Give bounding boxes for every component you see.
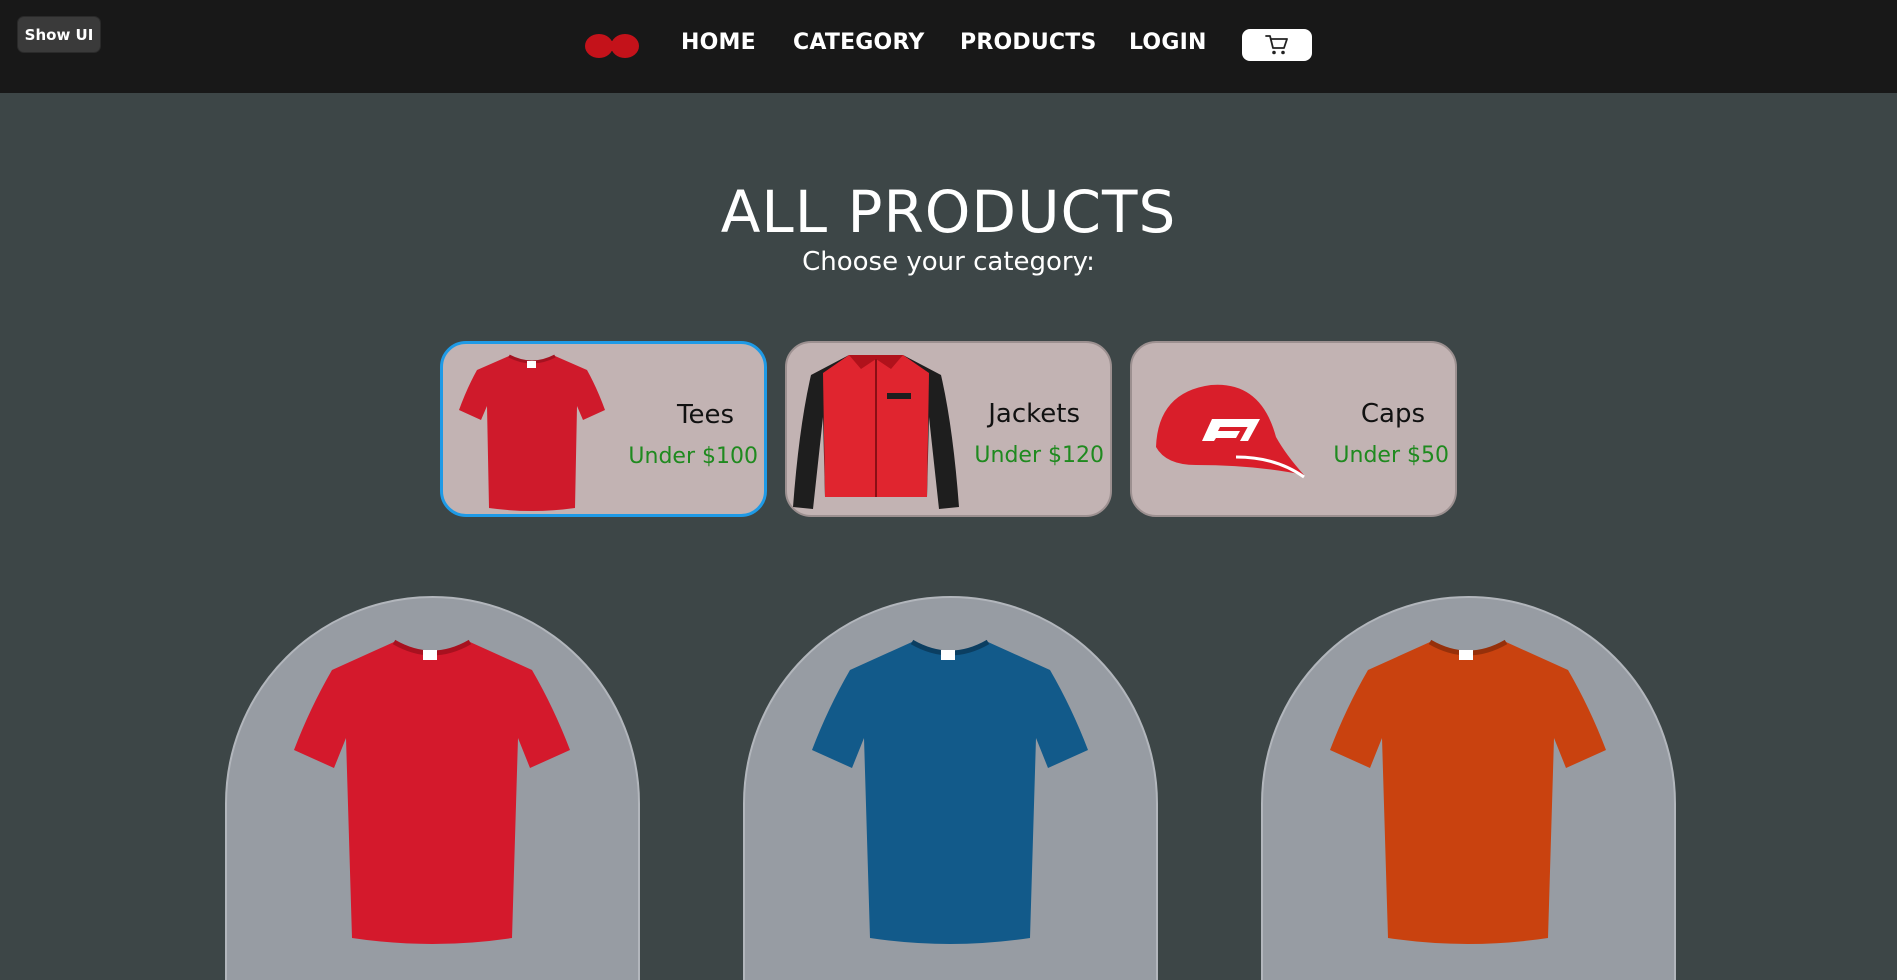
jacket-image-icon <box>793 355 959 509</box>
category-name: Tees <box>676 400 734 430</box>
product-card-red-tee[interactable] <box>225 596 640 980</box>
nav-category[interactable]: CATEGORY <box>793 30 925 55</box>
page-subtitle: Choose your category: <box>802 247 1095 277</box>
cap-image-icon <box>1156 384 1305 479</box>
tshirt-image-icon <box>812 639 1088 944</box>
nav-home[interactable]: HOME <box>681 30 756 55</box>
category-card-jackets[interactable]: Jackets Under $120 <box>785 341 1112 517</box>
show-ui-button[interactable]: Show UI <box>17 16 101 53</box>
product-card-orange-tee[interactable] <box>1261 596 1676 980</box>
product-card-blue-tee[interactable] <box>743 596 1158 980</box>
category-price: Under $50 <box>1333 443 1449 468</box>
category-name: Jackets <box>988 399 1080 429</box>
cart-button[interactable] <box>1242 29 1312 61</box>
cart-icon <box>1265 35 1288 55</box>
category-name: Caps <box>1360 399 1425 429</box>
top-navbar: Show UI HOME CATEGORY PRODUCTS LOGIN <box>0 0 1897 93</box>
tshirt-image-icon <box>294 639 570 944</box>
nav-login[interactable]: LOGIN <box>1129 30 1207 55</box>
category-price: Under $120 <box>974 443 1104 468</box>
nav-products[interactable]: PRODUCTS <box>960 30 1097 55</box>
category-card-tees[interactable]: Tees Under $100 <box>440 341 767 517</box>
category-price: Under $100 <box>628 444 758 469</box>
brand-logo-icon[interactable] <box>584 32 640 60</box>
tshirt-image-icon <box>459 354 605 511</box>
tshirt-image-icon <box>1330 639 1606 944</box>
page-title: ALL PRODUCTS <box>720 178 1177 246</box>
category-card-caps[interactable]: Caps Under $50 <box>1130 341 1457 517</box>
